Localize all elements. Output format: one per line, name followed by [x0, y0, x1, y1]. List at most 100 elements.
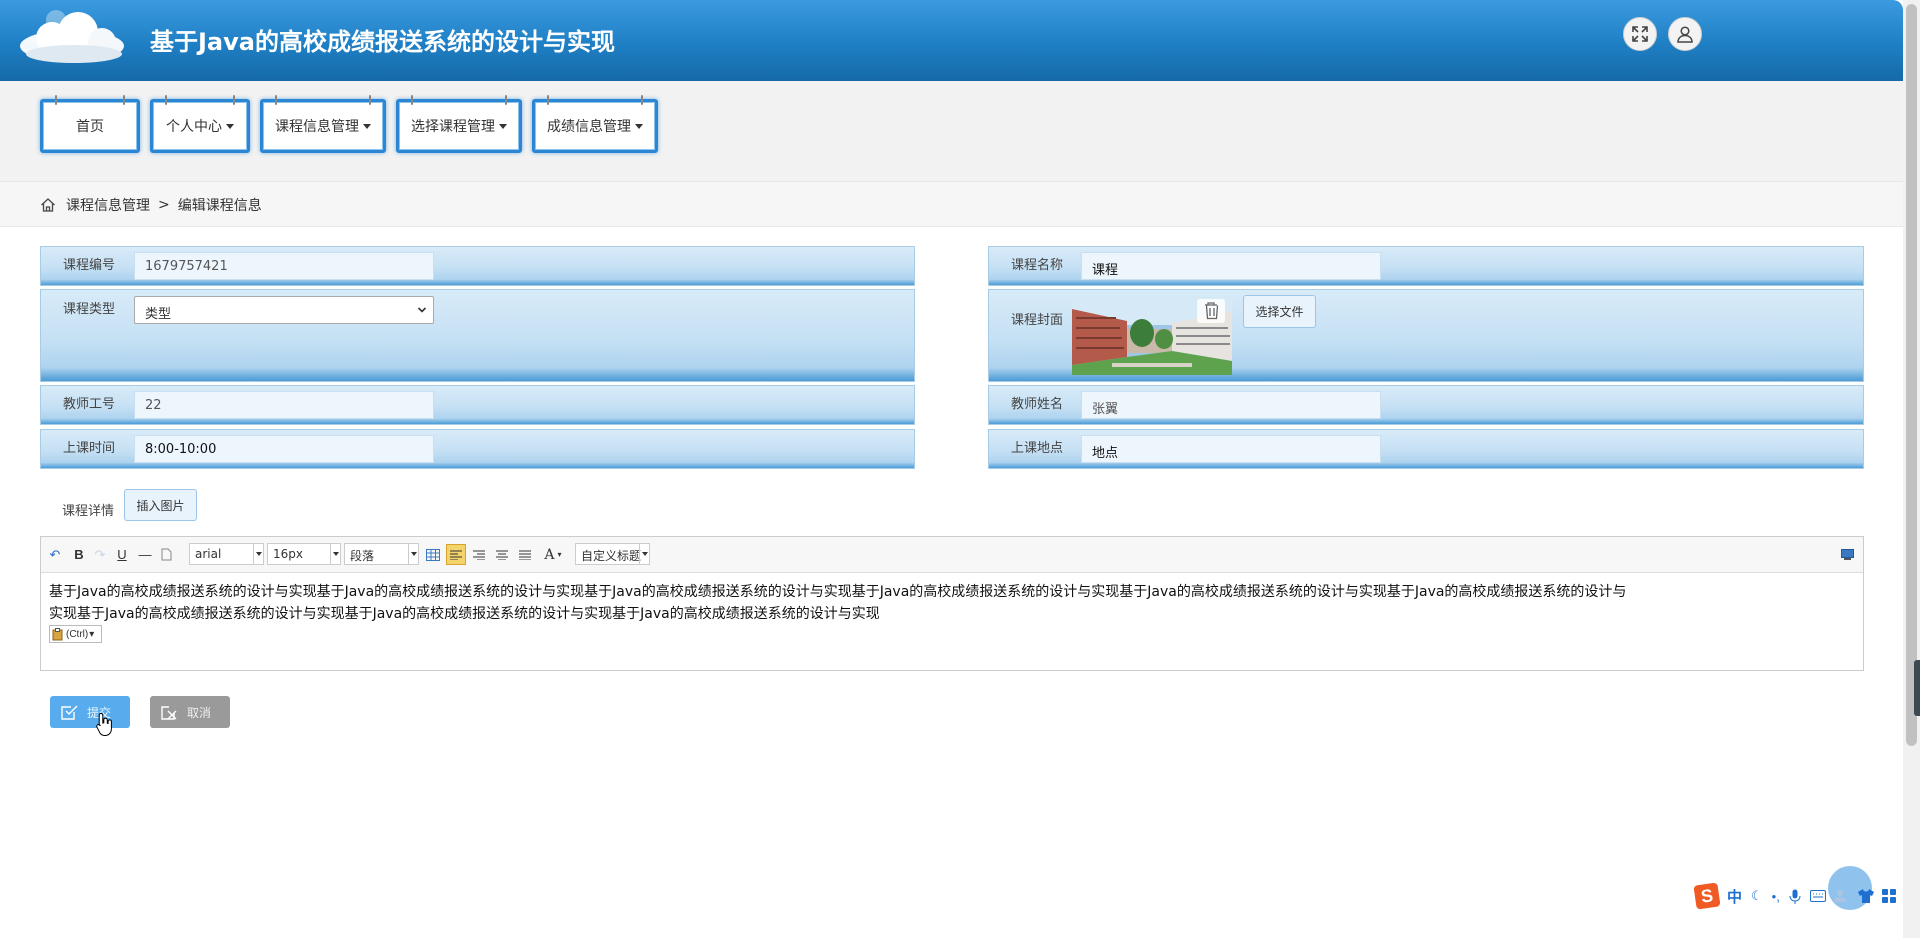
table-icon[interactable] [425, 545, 441, 564]
binder-ring [275, 95, 277, 105]
course-cover-image [1072, 295, 1232, 375]
chevron-down-icon [417, 307, 427, 313]
nav-item-grade-info[interactable]: 成绩信息管理 [532, 95, 658, 153]
cancel-label: 取消 [187, 705, 212, 720]
breadcrumb-current: 编辑课程信息 [177, 198, 262, 214]
shirt-icon[interactable] [1857, 889, 1874, 903]
label-course-cover: 课程封面 [1011, 313, 1064, 328]
nav-label: 课程信息管理 [275, 119, 359, 135]
binder-ring [165, 95, 167, 105]
font-size-value: 16px [273, 547, 303, 561]
nav-item-personal-center[interactable]: 个人中心 [150, 95, 250, 153]
custom-heading-value: 自定义标题 [581, 549, 642, 563]
expand-icon [1632, 26, 1648, 42]
fullscreen-button[interactable] [1623, 17, 1657, 51]
custom-heading-select[interactable]: 自定义标题 [575, 543, 650, 565]
align-center-icon[interactable] [494, 545, 510, 564]
course-type-select[interactable]: 类型 [134, 296, 434, 324]
redo-icon[interactable]: ↷ [93, 545, 107, 564]
grid-menu-icon[interactable] [1881, 889, 1896, 903]
dropdown-arrow-icon [253, 544, 263, 564]
form-row-course-no: 课程编号 1679757421 [40, 246, 915, 286]
undo-icon[interactable]: ↶ [47, 545, 63, 564]
bold-icon[interactable]: B [72, 545, 86, 564]
nav-item-home[interactable]: 首页 [40, 95, 140, 153]
class-place-input[interactable]: 地点 [1081, 435, 1381, 463]
scrollbar-thumb[interactable] [1906, 4, 1917, 746]
form-row-course-cover: 课程封面 选择文件 [988, 289, 1864, 382]
label-teacher-no: 教师工号 [63, 397, 116, 412]
editor-text-line: 实现基于Java的高校成绩报送系统的设计与实现基于Java的高校成绩报送系统的设… [49, 606, 880, 622]
nav-item-course-info[interactable]: 课程信息管理 [260, 95, 386, 153]
submit-button[interactable]: 提交 [50, 696, 130, 728]
cancel-button[interactable]: 取消 [150, 696, 230, 728]
binder-ring [411, 95, 413, 105]
punctuation-icon[interactable]: •, [1772, 889, 1780, 904]
sogou-logo-icon[interactable]: S [1693, 882, 1721, 910]
align-justify-icon[interactable] [517, 545, 533, 564]
dropdown-arrow-icon [330, 544, 340, 564]
paragraph-select[interactable]: 段落 [344, 543, 419, 565]
label-course-details: 课程详情 [62, 504, 115, 519]
nav-label: 个人中心 [166, 119, 222, 135]
chevron-down-icon: ▾ [89, 628, 95, 640]
font-color-icon[interactable]: A ▾ [541, 545, 565, 564]
label-class-time: 上课时间 [63, 441, 116, 456]
caret-down-icon [635, 123, 643, 129]
binder-ring [55, 95, 57, 105]
side-handle[interactable] [1914, 660, 1920, 716]
binder-ring [547, 95, 549, 105]
editor-content[interactable]: 基于Java的高校成绩报送系统的设计与实现基于Java的高校成绩报送系统的设计与… [49, 581, 1849, 625]
form-row-course-name: 课程名称 课程 [988, 246, 1864, 286]
form-row-course-type: 课程类型 类型 [40, 289, 915, 382]
align-right-icon[interactable] [471, 545, 487, 564]
course-name-input[interactable]: 课程 [1081, 252, 1381, 280]
insert-image-button[interactable]: 插入图片 [124, 489, 197, 521]
form-row-class-time: 上课时间 8:00-10:00 [40, 429, 915, 469]
nav-label: 选择课程管理 [411, 119, 495, 135]
binder-ring [505, 95, 507, 105]
page-scrollbar[interactable] [1903, 0, 1920, 938]
horizontal-rule-icon[interactable]: — [137, 545, 153, 564]
campus-photo [1072, 295, 1232, 375]
caret-down-icon [363, 123, 371, 129]
font-size-select[interactable]: 16px [267, 543, 341, 565]
label-course-no: 课程编号 [63, 258, 116, 273]
breadcrumb: 课程信息管理 > 编辑课程信息 [40, 195, 262, 215]
cloud-logo [20, 10, 124, 63]
moon-icon[interactable]: ☾ [1751, 888, 1763, 904]
source-code-icon[interactable] [1839, 545, 1855, 564]
keyboard-icon[interactable] [1809, 890, 1826, 902]
form-row-teacher-no: 教师工号 22 [40, 385, 915, 425]
document-icon[interactable] [159, 545, 173, 564]
breadcrumb-bar: 课程信息管理 > 编辑课程信息 [0, 181, 1903, 227]
ime-lang[interactable]: 中 [1727, 886, 1742, 907]
paste-options-button[interactable]: (Ctrl) ▾ [49, 625, 102, 643]
align-left-icon[interactable] [446, 544, 466, 565]
user-profile-button[interactable] [1668, 17, 1702, 51]
editor-toolbar: ↶ B ↷ U — arial 16px 段落 A ▾ 自定义标题 [41, 537, 1863, 573]
caret-down-icon [499, 123, 507, 129]
nav-item-course-selection[interactable]: 选择课程管理 [396, 95, 522, 153]
label-class-place: 上课地点 [1011, 441, 1064, 456]
binder-ring [641, 95, 643, 105]
breadcrumb-section[interactable]: 课程信息管理 [66, 195, 150, 215]
choose-file-button[interactable]: 选择文件 [1243, 295, 1316, 328]
course-no-input[interactable]: 1679757421 [134, 252, 434, 280]
close-square-icon [161, 706, 177, 720]
microphone-icon[interactable] [1789, 889, 1801, 904]
user-icon [1677, 26, 1693, 43]
font-family-value: arial [195, 547, 222, 561]
hand-cursor-icon [96, 712, 112, 736]
teacher-no-input[interactable]: 22 [134, 391, 434, 419]
teacher-name-input[interactable]: 张翼 [1081, 391, 1381, 419]
font-family-select[interactable]: arial [189, 543, 264, 565]
user-group-icon[interactable] [1833, 889, 1850, 903]
home-icon[interactable] [40, 197, 56, 213]
label-course-type: 课程类型 [63, 302, 116, 317]
class-time-input[interactable]: 8:00-10:00 [134, 435, 434, 463]
nav-label: 成绩信息管理 [547, 119, 631, 135]
label-course-name: 课程名称 [1011, 258, 1064, 273]
rich-text-editor: ↶ B ↷ U — arial 16px 段落 A ▾ 自定义标题 基于Java… [40, 536, 1864, 671]
underline-icon[interactable]: U [115, 545, 129, 564]
